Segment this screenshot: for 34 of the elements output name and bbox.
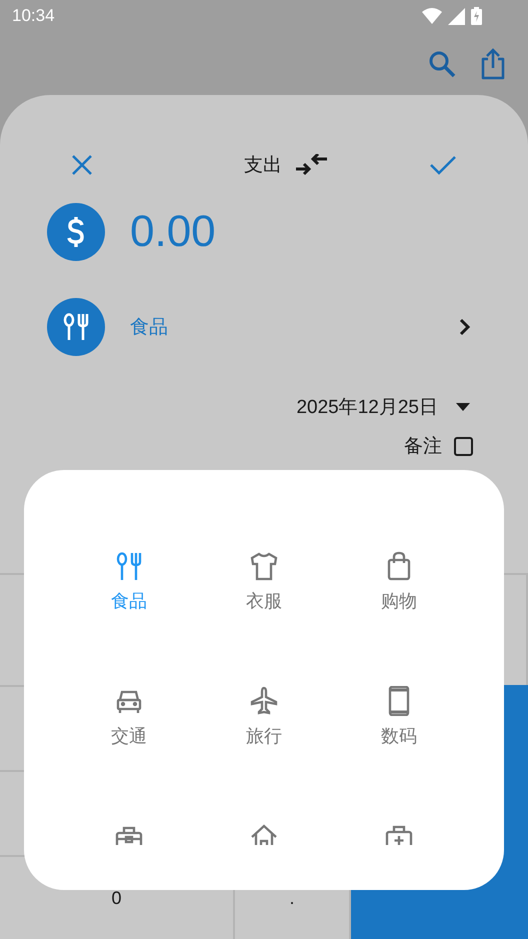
category-item[interactable]: 衣服 (196, 506, 332, 641)
wifi-icon (422, 8, 442, 24)
search-icon[interactable] (428, 50, 456, 78)
category-item[interactable]: 数码 (332, 641, 466, 776)
share-icon[interactable] (480, 48, 506, 80)
check-icon[interactable] (429, 154, 457, 176)
category-item[interactable]: 交通 (62, 641, 196, 776)
shirt-icon (250, 551, 278, 581)
note-label: 备注 (404, 434, 442, 459)
signal-icon (448, 8, 465, 24)
category-label: 衣服 (246, 590, 282, 613)
dropdown-icon[interactable] (456, 403, 470, 411)
category-row[interactable]: 食品 (0, 298, 528, 356)
category-label: 食品 (111, 590, 147, 613)
category-item[interactable]: 购物 (332, 506, 466, 641)
battery-icon (471, 7, 482, 25)
status-time: 10:34 (12, 6, 55, 26)
amount-value[interactable]: 0.00 (130, 207, 216, 257)
category-label: 旅行 (246, 725, 282, 748)
cutlery-icon (115, 551, 143, 581)
category-item[interactable]: 旅行 (196, 641, 332, 776)
close-icon[interactable] (71, 154, 93, 176)
category-label: 交通 (111, 725, 147, 748)
note-checkbox[interactable] (454, 436, 473, 456)
plane-icon (250, 686, 278, 716)
swap-icon[interactable] (296, 154, 328, 176)
category-label: 数码 (381, 725, 417, 748)
category-item[interactable]: 食品 (62, 506, 196, 641)
chevron-right-icon (459, 318, 471, 336)
sheet-title: 支出 (244, 153, 282, 178)
bag-icon (385, 551, 413, 581)
category-label: 购物 (381, 590, 417, 613)
date-value[interactable]: 2025年12月25日 (296, 394, 438, 420)
category-name: 食品 (130, 315, 169, 340)
